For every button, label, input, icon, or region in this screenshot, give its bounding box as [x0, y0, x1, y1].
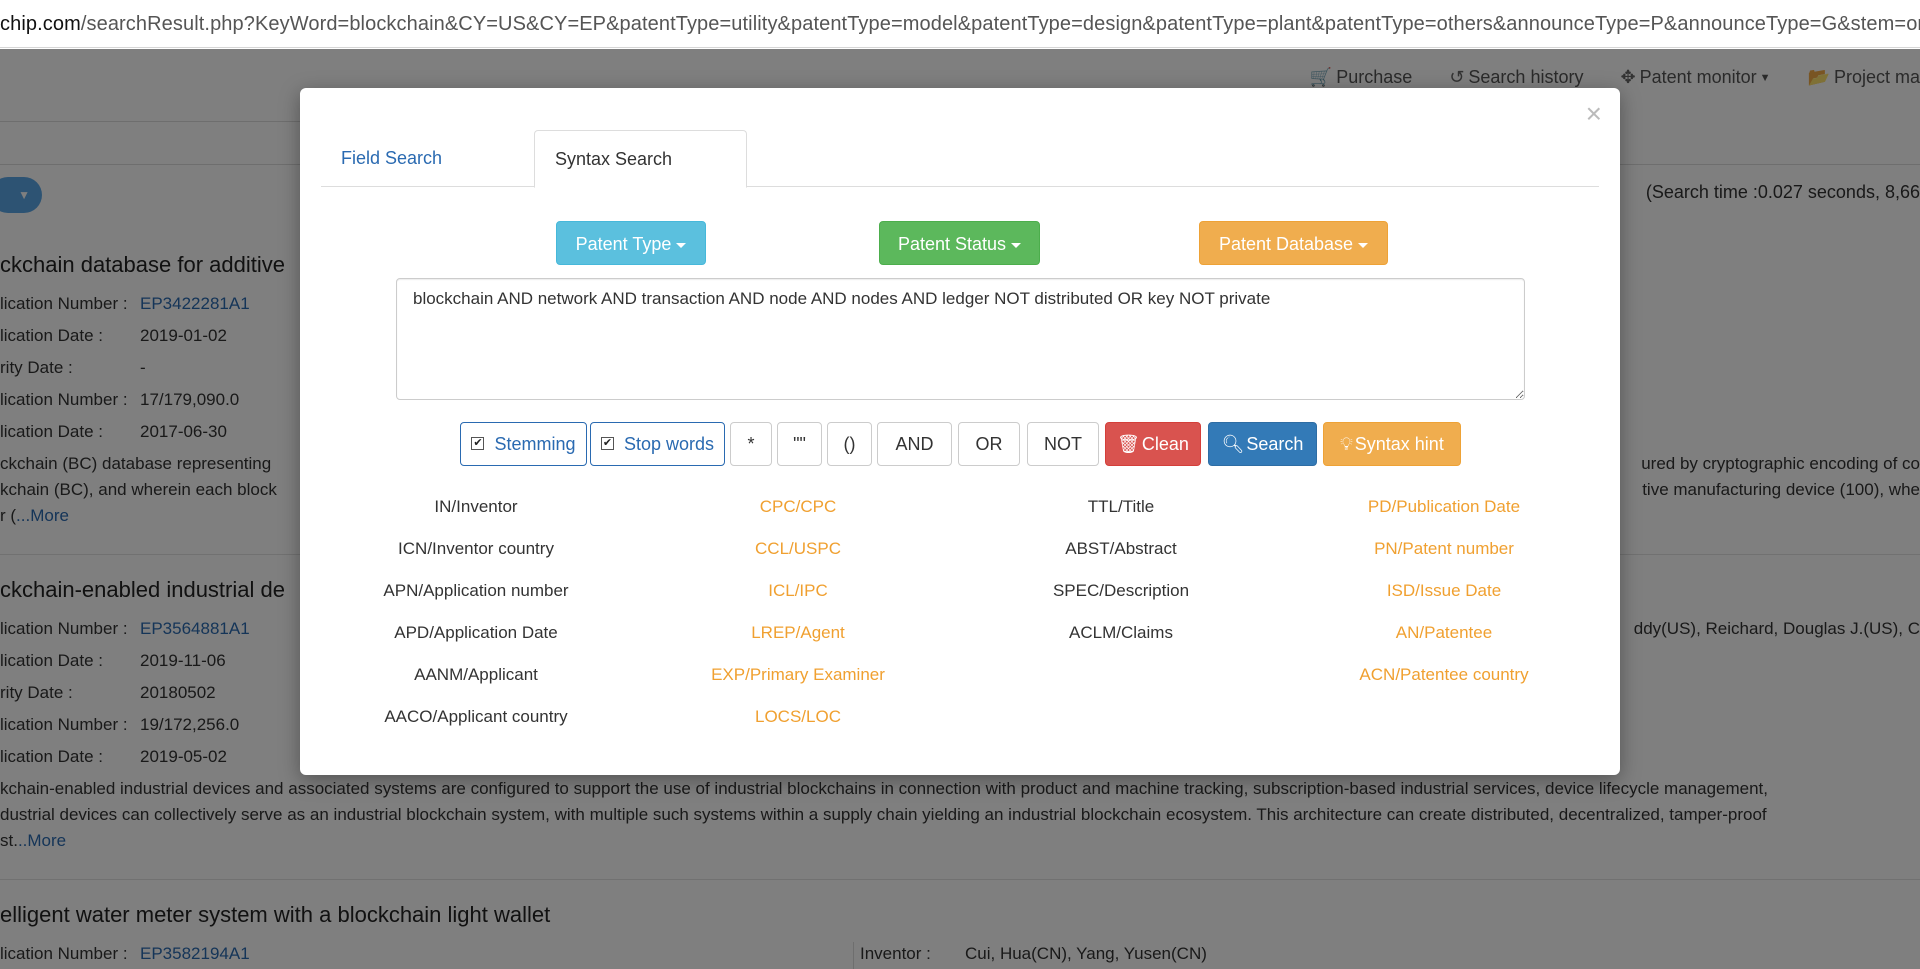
- field-code[interactable]: ABST/Abstract: [1065, 539, 1176, 559]
- and-operator-button[interactable]: AND: [877, 422, 952, 466]
- close-button[interactable]: ×: [1586, 100, 1602, 128]
- tab-field-search[interactable]: Field Search: [321, 130, 462, 187]
- field-code[interactable]: APN/Application number: [383, 581, 568, 601]
- field-code[interactable]: ICL/IPC: [768, 581, 828, 601]
- field-code[interactable]: ACN/Patentee country: [1359, 665, 1528, 685]
- syntax-query-input[interactable]: [396, 278, 1525, 400]
- patent-status-label: Patent Status: [897, 234, 1007, 254]
- search-button[interactable]: 🔍︎ Search: [1208, 422, 1317, 466]
- checkbox-checked-icon: ✔: [471, 436, 485, 450]
- search-tabs: Field Search Syntax Search: [321, 130, 1599, 188]
- search-icon: 🔍︎: [1221, 434, 1245, 454]
- field-code[interactable]: PD/Publication Date: [1368, 497, 1520, 517]
- field-code[interactable]: SPEC/Description: [1053, 581, 1189, 601]
- search-modal: × Field Search Syntax Search Patent Type…: [300, 88, 1620, 775]
- clean-button[interactable]: 🗑 Clean: [1105, 422, 1201, 466]
- tab-syntax-search[interactable]: Syntax Search: [534, 130, 747, 188]
- stop-words-checkbox[interactable]: ✔ Stop words: [590, 422, 725, 466]
- clean-label: Clean: [1141, 434, 1189, 454]
- url-host: chip.com: [0, 13, 81, 35]
- field-code[interactable]: AACO/Applicant country: [384, 707, 567, 727]
- patent-type-label: Patent Type: [575, 234, 672, 254]
- lightbulb-icon: 💡︎: [1340, 434, 1353, 454]
- patent-database-label: Patent Database: [1218, 234, 1354, 254]
- field-code[interactable]: ACLM/Claims: [1069, 623, 1173, 643]
- stemming-label: Stemming: [494, 434, 576, 454]
- url-path: /searchResult.php?KeyWord=blockchain&CY=…: [80, 13, 1920, 35]
- stemming-checkbox[interactable]: ✔ Stemming: [460, 422, 587, 466]
- field-code[interactable]: ISD/Issue Date: [1387, 581, 1501, 601]
- field-code[interactable]: EXP/Primary Examiner: [711, 665, 885, 685]
- caret-down-icon: [1358, 242, 1369, 248]
- caret-down-icon: [676, 242, 687, 248]
- parentheses-operator-button[interactable]: (): [827, 422, 872, 466]
- patent-database-dropdown[interactable]: Patent Database: [1199, 221, 1388, 265]
- field-code[interactable]: ICN/Inventor country: [398, 539, 554, 559]
- field-code[interactable]: PN/Patent number: [1374, 539, 1514, 559]
- field-code[interactable]: APD/Application Date: [394, 623, 557, 643]
- wildcard-operator-button[interactable]: *: [730, 422, 772, 466]
- checkbox-checked-icon: ✔: [600, 436, 614, 450]
- field-code[interactable]: AANM/Applicant: [414, 665, 538, 685]
- syntax-hint-label: Syntax hint: [1354, 434, 1444, 454]
- search-label: Search: [1246, 434, 1304, 454]
- field-code[interactable]: CCL/USPC: [755, 539, 841, 559]
- or-operator-button[interactable]: OR: [958, 422, 1020, 466]
- field-code[interactable]: LREP/Agent: [751, 623, 845, 643]
- patent-type-dropdown[interactable]: Patent Type: [556, 221, 706, 265]
- field-code[interactable]: LOCS/LOC: [755, 707, 841, 727]
- field-code[interactable]: IN/Inventor: [434, 497, 517, 517]
- quotes-operator-button[interactable]: "": [777, 422, 822, 466]
- patent-status-dropdown[interactable]: Patent Status: [879, 221, 1040, 265]
- stop-words-label: Stop words: [623, 434, 715, 454]
- syntax-hint-button[interactable]: 💡︎ Syntax hint: [1323, 422, 1461, 466]
- address-bar[interactable]: chip.com/searchResult.php?KeyWord=blockc…: [0, 0, 1920, 48]
- trash-icon: 🗑: [1117, 434, 1140, 454]
- caret-down-icon: [1011, 242, 1022, 248]
- not-operator-button[interactable]: NOT: [1027, 422, 1099, 466]
- field-code[interactable]: AN/Patentee: [1396, 623, 1492, 643]
- field-code[interactable]: CPC/CPC: [760, 497, 837, 517]
- field-code[interactable]: TTL/Title: [1088, 497, 1154, 517]
